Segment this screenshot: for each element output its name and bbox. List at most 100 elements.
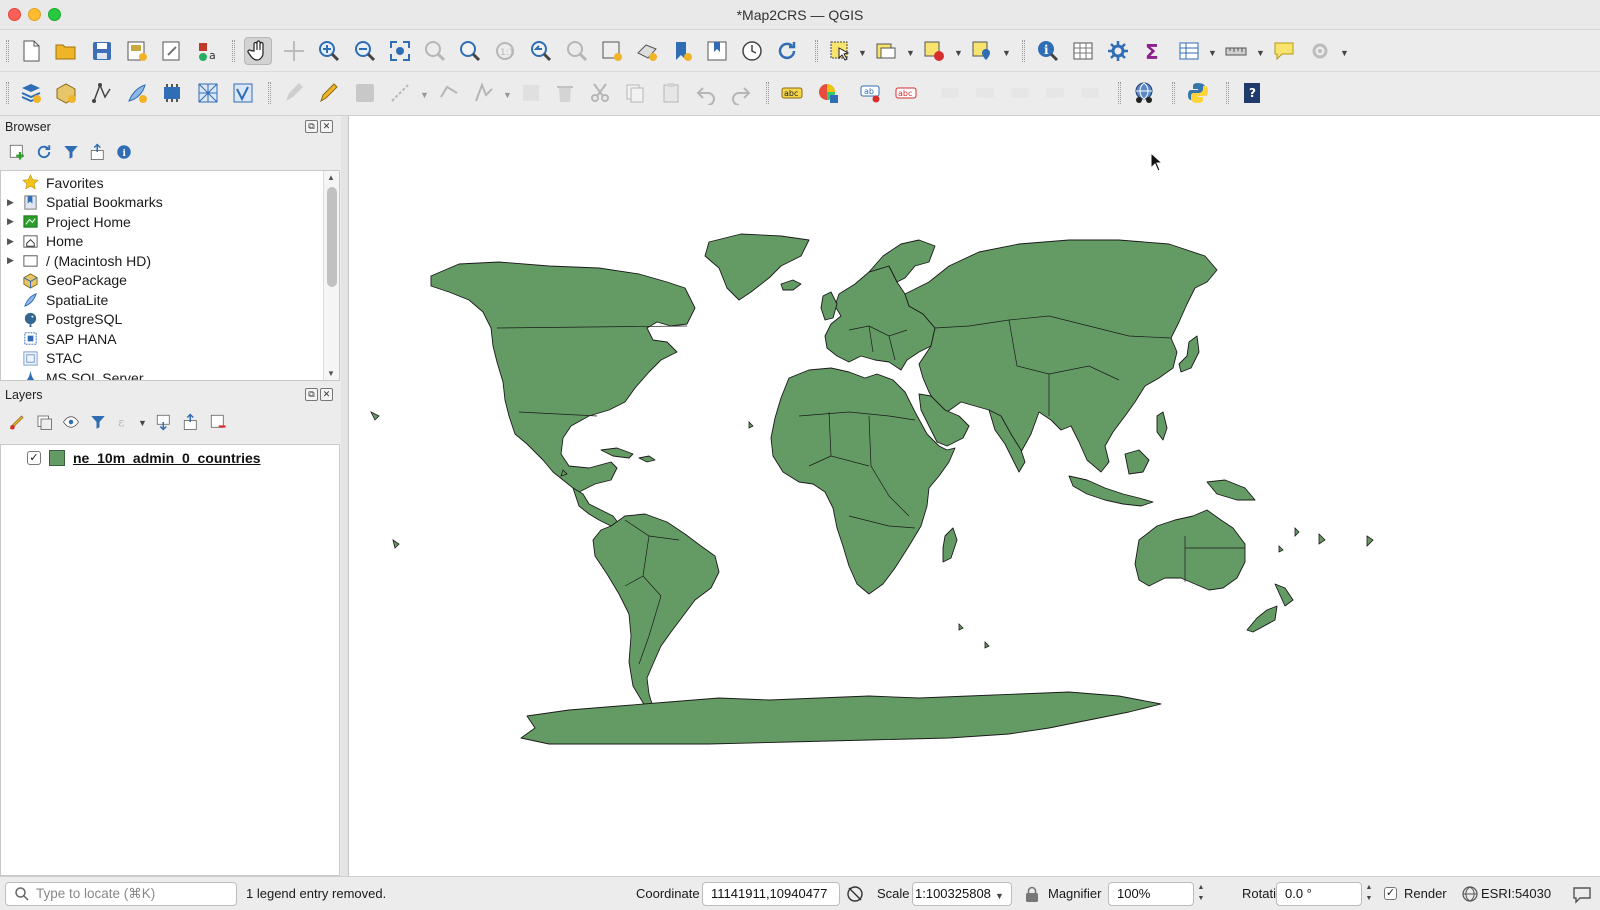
toolbar-grip[interactable] <box>6 82 9 104</box>
chevron-down-icon[interactable]: ▼ <box>906 48 915 58</box>
browser-item-home[interactable]: ▶ Home <box>1 232 323 252</box>
diagram-options-icon[interactable] <box>814 79 842 107</box>
multi-edit-icon[interactable] <box>470 79 498 107</box>
scrollbar-thumb[interactable] <box>327 187 337 287</box>
layout-manager-icon[interactable] <box>158 37 186 65</box>
attribute-table-options-icon[interactable] <box>1175 37 1203 65</box>
browser-scrollbar[interactable]: ▲ ▼ <box>323 171 339 380</box>
map-tips-icon[interactable] <box>1270 37 1298 65</box>
filter-icon[interactable] <box>61 142 81 162</box>
lock-scale-icon[interactable] <box>1025 886 1039 902</box>
modify-attributes-icon[interactable] <box>517 79 545 107</box>
temporal-controller-icon[interactable] <box>738 37 766 65</box>
toolbar-grip[interactable] <box>232 40 235 62</box>
vertex-tool-icon[interactable] <box>435 79 463 107</box>
collapse-all-icon[interactable] <box>88 142 108 162</box>
identify-features-icon[interactable]: i <box>1034 37 1062 65</box>
toolbar-grip[interactable] <box>766 82 769 104</box>
refresh-icon[interactable] <box>773 37 801 65</box>
scroll-up-icon[interactable]: ▲ <box>327 173 335 182</box>
save-project-icon[interactable] <box>88 37 116 65</box>
crs-button[interactable]: ESRI:54030 <box>1481 886 1551 901</box>
browser-item-spatial-bookmarks[interactable]: ▶ Spatial Bookmarks <box>1 193 323 213</box>
render-checkbox[interactable]: ✓ <box>1384 887 1397 900</box>
expand-all-icon[interactable] <box>154 412 174 432</box>
data-source-manager-icon[interactable] <box>17 79 45 107</box>
deselect-features-icon[interactable] <box>920 37 948 65</box>
chevron-down-icon[interactable]: ▼ <box>1340 48 1349 58</box>
show-hide-labels-icon[interactable]: abc <box>892 79 920 107</box>
zoom-full-icon[interactable] <box>386 37 414 65</box>
info-icon[interactable]: i <box>114 142 134 162</box>
toolbar-grip[interactable] <box>1118 82 1121 104</box>
collapse-all-icon[interactable] <box>181 412 201 432</box>
locator-search-field[interactable]: Type to locate (⌘K) <box>5 882 237 906</box>
select-by-value-icon[interactable] <box>872 37 900 65</box>
digitize-line-icon[interactable] <box>386 79 414 107</box>
zoom-to-layer-icon[interactable] <box>456 37 484 65</box>
float-panel-icon[interactable]: ⧉ <box>305 388 318 401</box>
new-print-layout-icon[interactable] <box>123 37 151 65</box>
toolbar-grip[interactable] <box>268 82 271 104</box>
manage-visibility-icon[interactable] <box>61 412 81 432</box>
refresh-icon[interactable] <box>34 142 54 162</box>
new-shapefile-layer-icon[interactable] <box>88 79 116 107</box>
new-map-view-icon[interactable] <box>598 37 626 65</box>
zoom-to-selection-icon[interactable] <box>421 37 449 65</box>
statistical-summary-icon[interactable]: Σ <box>1139 37 1167 65</box>
toggle-editing-icon[interactable] <box>315 79 343 107</box>
new-geopackage-layer-icon[interactable] <box>52 79 80 107</box>
chevron-down-icon[interactable]: ▼ <box>1256 48 1265 58</box>
python-console-icon[interactable] <box>1184 79 1212 107</box>
new-virtual-layer-icon[interactable] <box>158 79 186 107</box>
open-layer-styling-icon[interactable] <box>7 412 27 432</box>
dock-splitter[interactable] <box>341 116 348 876</box>
chevron-down-icon[interactable]: ▼ <box>503 90 512 100</box>
magnifier-spinner[interactable]: ▲ ▼ <box>1194 882 1208 906</box>
browser-item-sap-hana[interactable]: SAP HANA <box>1 329 323 349</box>
add-group-icon[interactable] <box>34 412 54 432</box>
map-canvas[interactable] <box>348 116 1600 876</box>
copy-features-icon[interactable] <box>621 79 649 107</box>
layer-name[interactable]: ne_10m_admin_0_countries <box>73 450 261 466</box>
paste-features-icon[interactable] <box>657 79 685 107</box>
delete-selected-icon[interactable] <box>551 79 579 107</box>
change-label-icon[interactable] <box>1007 79 1035 107</box>
layer-symbol-swatch[interactable] <box>49 450 65 466</box>
show-label-icon[interactable] <box>972 79 1000 107</box>
measure-line-icon[interactable] <box>1222 37 1250 65</box>
toolbar-grip[interactable] <box>1226 82 1229 104</box>
crs-globe-icon[interactable] <box>1130 79 1158 107</box>
expand-arrow-icon[interactable]: ▶ <box>7 216 14 227</box>
move-label-icon[interactable] <box>937 79 965 107</box>
browser-item-ms-sql-server[interactable]: MS SQL Server <box>1 368 323 380</box>
redo-icon[interactable] <box>727 79 755 107</box>
float-panel-icon[interactable]: ⧉ <box>305 120 318 133</box>
new-spatialite-layer-icon[interactable] <box>123 79 151 107</box>
chevron-down-icon[interactable]: ▼ <box>954 48 963 58</box>
filter-legend-icon[interactable] <box>88 412 108 432</box>
new-3d-map-view-icon[interactable] <box>633 37 661 65</box>
label-properties-icon[interactable] <box>1077 79 1105 107</box>
toolbox-icon[interactable] <box>1104 37 1132 65</box>
current-edits-icon[interactable] <box>280 79 308 107</box>
chevron-down-icon[interactable]: ▼ <box>420 90 429 100</box>
undo-icon[interactable] <box>692 79 720 107</box>
zoom-in-icon[interactable] <box>315 37 343 65</box>
toggle-extents-icon[interactable] <box>846 885 864 903</box>
new-spatial-bookmark-icon[interactable] <box>668 37 696 65</box>
browser-item-geopackage[interactable]: GeoPackage <box>1 271 323 291</box>
expand-arrow-icon[interactable]: ▶ <box>7 197 14 208</box>
coordinate-field[interactable]: 11141911,10940477 <box>702 882 840 906</box>
browser-item-macintosh-hd[interactable]: ▶ / (Macintosh HD) <box>1 251 323 271</box>
browser-item-favorites[interactable]: Favorites <box>1 173 323 193</box>
settings-gear-icon[interactable] <box>1306 37 1334 65</box>
zoom-last-icon[interactable] <box>527 37 555 65</box>
open-project-icon[interactable] <box>52 37 80 65</box>
browser-item-spatialite[interactable]: SpatiaLite <box>1 290 323 310</box>
open-attribute-table-icon[interactable] <box>1069 37 1097 65</box>
chevron-down-icon[interactable]: ▼ <box>995 891 1004 901</box>
scroll-down-icon[interactable]: ▼ <box>327 369 335 378</box>
layer-visibility-checkbox[interactable]: ✓ <box>27 451 41 465</box>
select-by-location-icon[interactable] <box>968 37 996 65</box>
